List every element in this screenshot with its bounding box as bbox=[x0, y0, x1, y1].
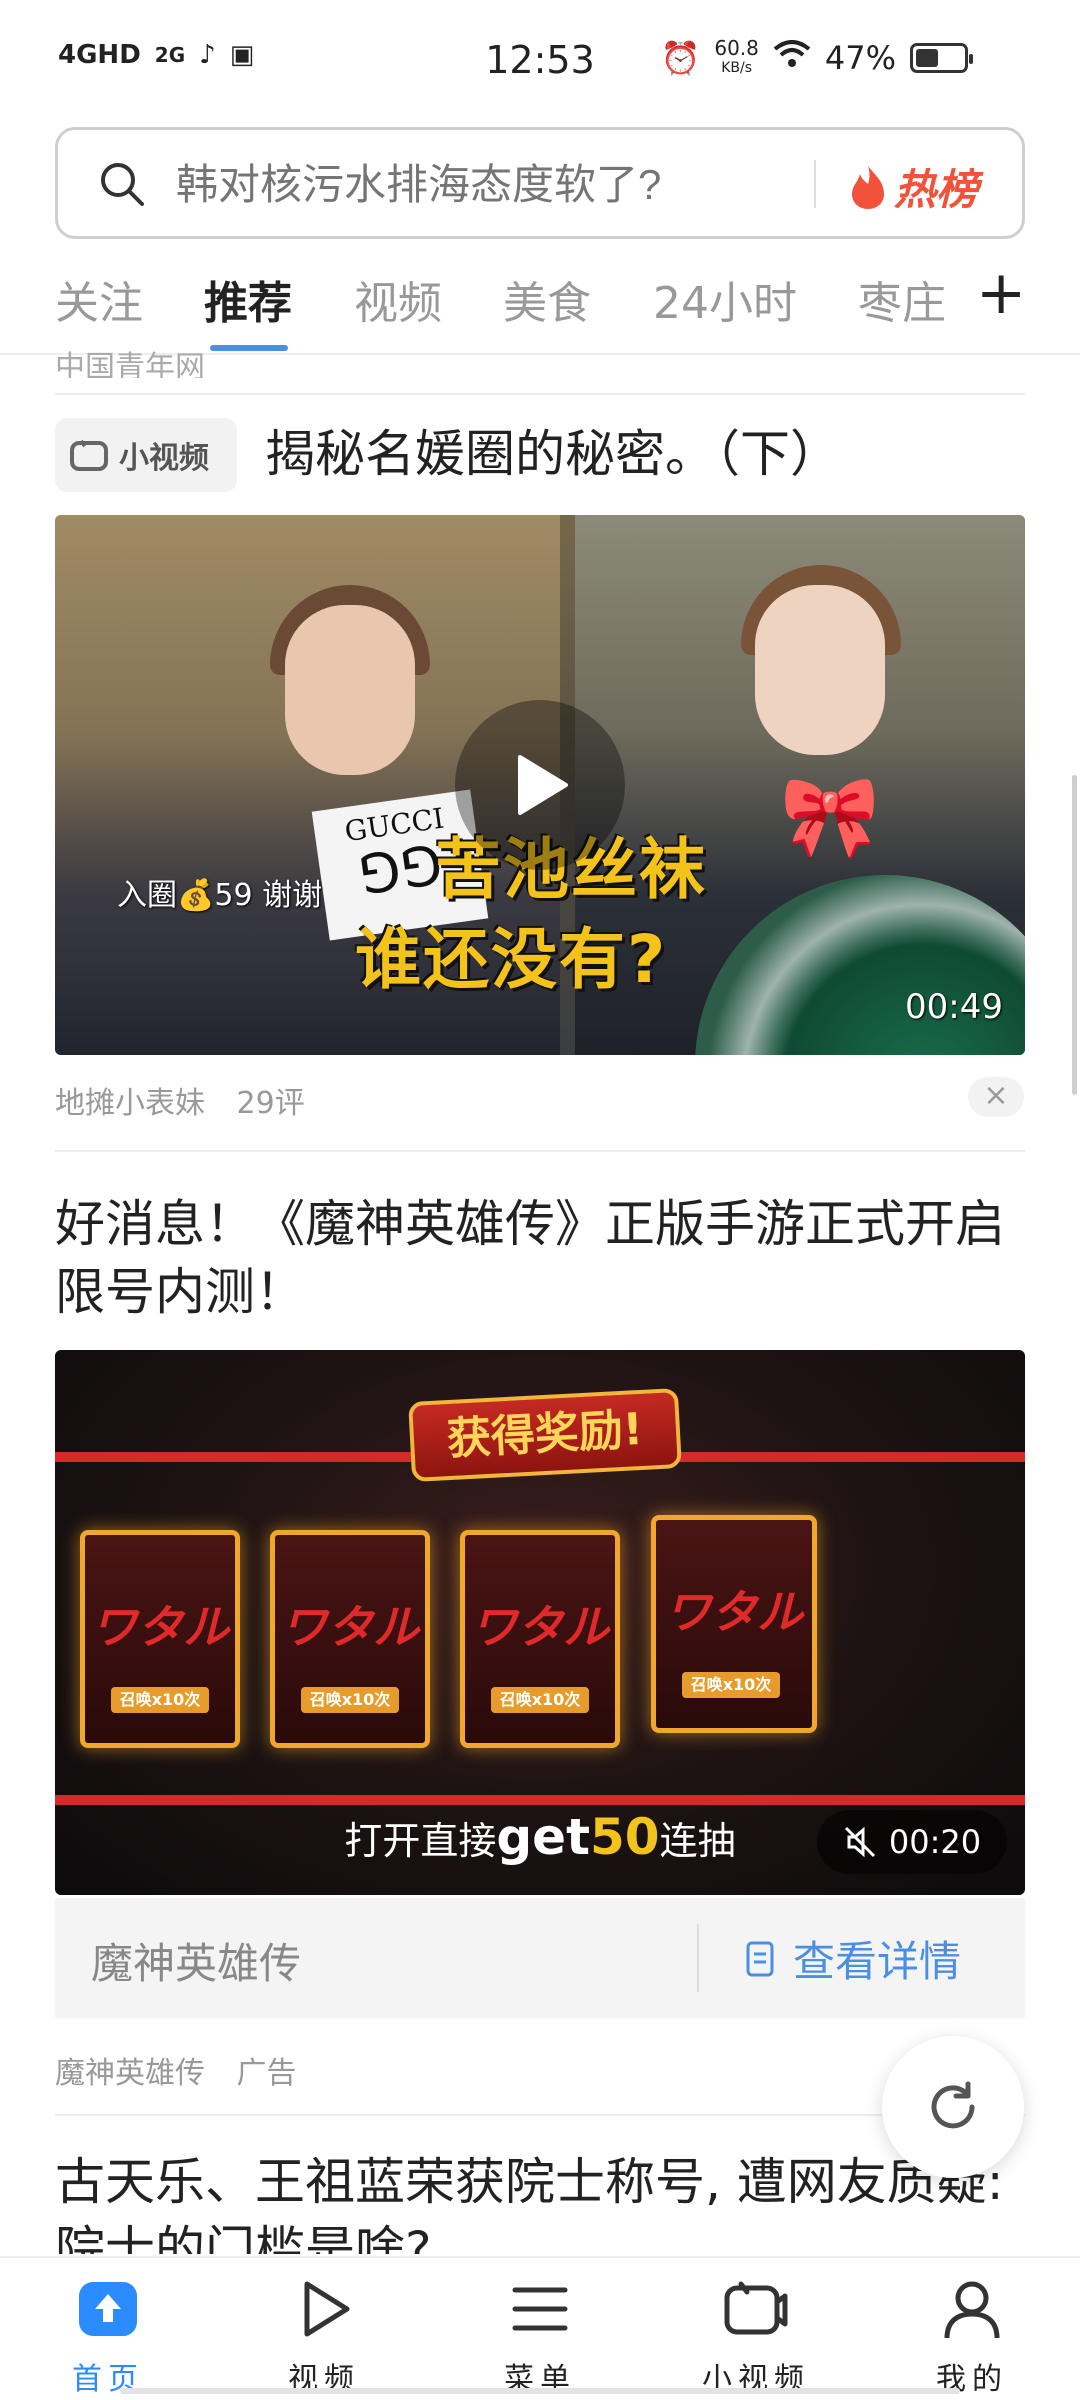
view-details-label: 查看详情 bbox=[793, 1937, 962, 1986]
divider bbox=[55, 1150, 1025, 1152]
tab-zaozhuang[interactable]: 枣庄 bbox=[858, 267, 946, 331]
tab-food[interactable]: 美食 bbox=[503, 267, 591, 331]
short-video-tag-label: 小视频 bbox=[119, 441, 209, 476]
add-channel-button[interactable]: + bbox=[976, 263, 1026, 325]
ad-footer-divider bbox=[697, 1924, 699, 1992]
item3-title[interactable]: 古天乐、王祖蓝荣获院士称号, 遭网友质疑: 院士的门槛是啥? bbox=[55, 2148, 1035, 2254]
hot-list-label: 热榜 bbox=[894, 165, 979, 214]
status-bar: 4GHD 2G ♪ ▣ 12:53 ⏰ 60.8 KB/s 47% bbox=[0, 0, 1080, 120]
status-right: ⏰ 60.8 KB/s 47% bbox=[660, 38, 973, 78]
battery-fill bbox=[916, 49, 938, 67]
reward-card-title: ワタル bbox=[665, 1585, 803, 1639]
reward-card: ワタル 召唤x10次 bbox=[270, 1530, 430, 1748]
person-face bbox=[755, 585, 885, 755]
flame-icon bbox=[852, 165, 884, 209]
short-video-tag: 小视频 bbox=[55, 418, 237, 492]
reward-card: ワタル 召唤x10次 bbox=[651, 1515, 817, 1733]
play-icon bbox=[518, 755, 568, 815]
ad-text-suffix: 连抽 bbox=[659, 1819, 736, 1863]
channel-tabs: 关注 推荐 视频 美食 24小时 枣庄 + bbox=[0, 255, 1080, 355]
nav-menu[interactable]: 菜单 bbox=[432, 2258, 648, 2400]
ad-text-get: get bbox=[496, 1808, 590, 1866]
item1-title[interactable]: 揭秘名媛圈的秘密。（下） bbox=[265, 420, 1025, 488]
reward-card: ワタル 召唤x10次 bbox=[460, 1530, 620, 1748]
video-caption-line2: 谁还没有? bbox=[355, 921, 668, 998]
reward-card-title: ワタル bbox=[471, 1600, 609, 1654]
ad-decor-band bbox=[55, 1795, 1025, 1805]
person-face bbox=[285, 605, 415, 775]
tab-video[interactable]: 视频 bbox=[354, 267, 442, 331]
search-bar[interactable]: 热榜 bbox=[55, 127, 1025, 239]
home-indicator[interactable] bbox=[120, 2388, 960, 2394]
item1-video-thumbnail[interactable]: GUCCI ꓨꓨ 🎀 入圈💰59 谢谢 苦池丝袜 谁还没有? 00:49 bbox=[55, 515, 1025, 1055]
item1-comments: 29评 bbox=[236, 1086, 305, 1121]
search-icon bbox=[101, 163, 144, 206]
reward-card-tag: 召唤x10次 bbox=[682, 1672, 780, 1698]
mute-icon bbox=[844, 1826, 875, 1858]
reward-card-tag: 召唤x10次 bbox=[301, 1687, 399, 1713]
alarm-icon: ⏰ bbox=[660, 39, 701, 77]
speed-unit: KB/s bbox=[721, 60, 752, 76]
search-divider bbox=[814, 160, 816, 208]
refresh-button[interactable] bbox=[882, 2036, 1024, 2178]
wifi-icon bbox=[773, 39, 811, 77]
play-icon bbox=[304, 2281, 350, 2337]
bottom-nav: 首页 视频 菜单 小视频 我的 bbox=[0, 2256, 1080, 2400]
view-details-button[interactable]: 查看详情 bbox=[745, 1928, 961, 1989]
divider bbox=[55, 2114, 1025, 2116]
item2-meta: 魔神英雄传 广告 bbox=[55, 2048, 319, 2092]
profile-icon bbox=[944, 2281, 1000, 2339]
bow-icon: 🎀 bbox=[780, 770, 880, 863]
ad-banner: 获得奖励! bbox=[408, 1387, 682, 1483]
ad-text-prefix: 打开直接 bbox=[344, 1819, 497, 1863]
tab-recommend[interactable]: 推荐 bbox=[204, 267, 292, 331]
previous-item-source: 中国青年网 bbox=[55, 350, 205, 378]
battery-percent: 47% bbox=[824, 39, 896, 77]
ad-footer: 魔神英雄传 查看详情 bbox=[55, 1898, 1025, 2018]
dismiss-button[interactable]: × bbox=[968, 1077, 1024, 1117]
video-duration: 00:49 bbox=[905, 987, 1003, 1027]
nav-profile[interactable]: 我的 bbox=[864, 2258, 1080, 2400]
nav-video[interactable]: 视频 bbox=[216, 2258, 432, 2400]
ad-label: 广告 bbox=[236, 2056, 297, 2091]
reward-card-tag: 召唤x10次 bbox=[111, 1687, 209, 1713]
ad-duration: 00:20 bbox=[888, 1823, 982, 1861]
item1-author[interactable]: 地摊小表妹 bbox=[55, 1086, 205, 1121]
item2-title[interactable]: 好消息！《魔神英雄传》正版手游正式开启限号内测！ bbox=[55, 1190, 1025, 1326]
ad-text-number: 50 bbox=[590, 1808, 660, 1866]
ad-video-thumbnail[interactable]: 获得奖励! ワタル 召唤x10次 ワタル 召唤x10次 ワタル 召唤x10次 ワ… bbox=[55, 1350, 1025, 1895]
ad-duration-pill[interactable]: 00:20 bbox=[817, 1810, 1007, 1874]
hot-list-button[interactable]: 热榜 bbox=[848, 156, 978, 217]
reward-card: ワタル 召唤x10次 bbox=[80, 1530, 240, 1748]
item3-clip: 古天乐、王祖蓝荣获院士称号, 遭网友质疑: 院士的门槛是啥? bbox=[55, 2148, 1035, 2254]
network-speed: 60.8 KB/s bbox=[714, 38, 759, 78]
home-icon bbox=[79, 2282, 137, 2336]
short-video-icon bbox=[70, 439, 108, 471]
video-overlay-text: 入圈💰59 谢谢 bbox=[117, 878, 323, 913]
battery-icon bbox=[910, 43, 973, 73]
item1-meta: 地摊小表妹 29评 bbox=[55, 1078, 327, 1122]
speed-value: 60.8 bbox=[714, 36, 759, 60]
tab-follow[interactable]: 关注 bbox=[55, 267, 143, 331]
tab-24h[interactable]: 24小时 bbox=[653, 267, 797, 331]
search-input[interactable] bbox=[176, 156, 826, 214]
item2-author[interactable]: 魔神英雄传 bbox=[55, 2056, 205, 2091]
nav-short-video[interactable]: 小视频 bbox=[648, 2258, 864, 2400]
refresh-icon bbox=[931, 2081, 975, 2129]
scrollbar[interactable] bbox=[1072, 775, 1077, 1095]
reward-card-tag: 召唤x10次 bbox=[491, 1687, 589, 1713]
tab-active-indicator bbox=[210, 345, 288, 351]
ad-app-name: 魔神英雄传 bbox=[91, 1939, 302, 1988]
menu-icon bbox=[512, 2287, 568, 2331]
nav-home[interactable]: 首页 bbox=[0, 2258, 216, 2400]
reward-card-title: ワタル bbox=[281, 1600, 419, 1654]
short-video-icon bbox=[724, 2281, 788, 2335]
document-icon bbox=[746, 1941, 774, 1976]
divider bbox=[55, 393, 1025, 395]
play-button[interactable] bbox=[455, 700, 625, 870]
reward-card-title: ワタル bbox=[91, 1600, 229, 1654]
